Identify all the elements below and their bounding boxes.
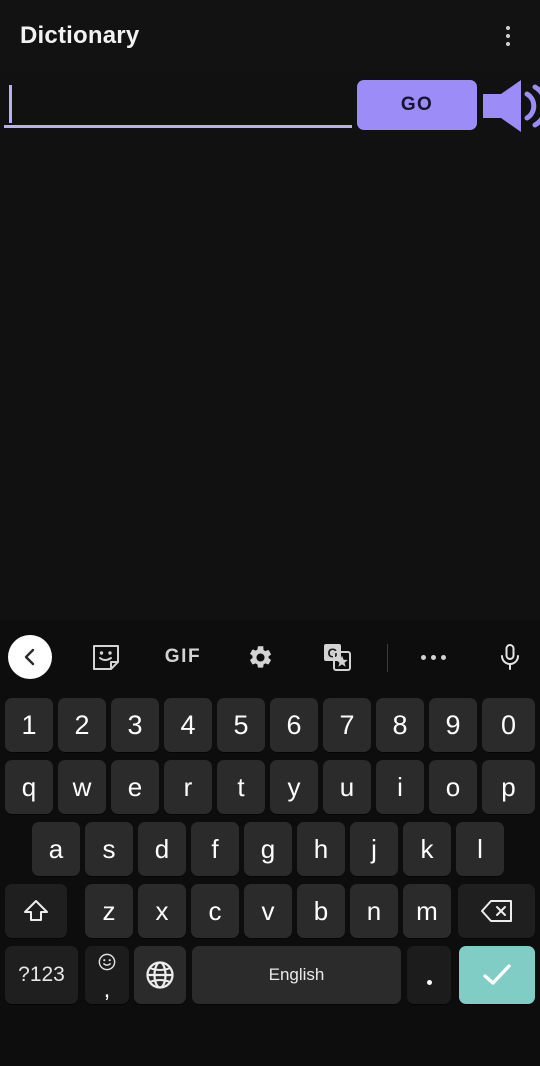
key-k[interactable]: k xyxy=(403,822,451,876)
key-s[interactable]: s xyxy=(85,822,133,876)
key-p[interactable]: p xyxy=(482,760,535,814)
key-u[interactable]: u xyxy=(323,760,371,814)
gif-button[interactable]: GIF xyxy=(158,632,208,682)
shift-arrow-icon xyxy=(23,898,49,924)
key-v[interactable]: v xyxy=(244,884,292,938)
key-g[interactable]: g xyxy=(244,822,292,876)
key-z[interactable]: z xyxy=(85,884,133,938)
key-d[interactable]: d xyxy=(138,822,186,876)
google-translate-icon: G xyxy=(323,643,351,671)
key-1[interactable]: 1 xyxy=(5,698,53,752)
key-a[interactable]: a xyxy=(32,822,80,876)
more-horizontal-icon xyxy=(420,654,446,660)
search-input[interactable] xyxy=(4,82,352,128)
microphone-icon xyxy=(497,643,523,671)
key-3[interactable]: 3 xyxy=(111,698,159,752)
more-options-button[interactable] xyxy=(408,632,458,682)
key-j[interactable]: j xyxy=(350,822,398,876)
symbols-key[interactable]: ?123 xyxy=(5,946,78,1004)
comma-label: , xyxy=(103,976,111,1003)
key-b[interactable]: b xyxy=(297,884,345,938)
backspace-key[interactable] xyxy=(458,884,535,938)
enter-key[interactable] xyxy=(459,946,535,1004)
key-8[interactable]: 8 xyxy=(376,698,424,752)
speaker-volume-icon[interactable] xyxy=(481,78,540,134)
key-o[interactable]: o xyxy=(429,760,477,814)
key-6[interactable]: 6 xyxy=(270,698,318,752)
results-area xyxy=(0,142,540,620)
key-i[interactable]: i xyxy=(376,760,424,814)
chevron-left-icon xyxy=(8,635,52,679)
sticker-icon xyxy=(92,643,120,671)
key-h[interactable]: h xyxy=(297,822,345,876)
settings-button[interactable] xyxy=(235,632,285,682)
key-n[interactable]: n xyxy=(350,884,398,938)
key-c[interactable]: c xyxy=(191,884,239,938)
key-0[interactable]: 0 xyxy=(482,698,535,752)
app-screen: Dictionary GO GIF G 1 2 3 4 5 6 7 8 9 0 … xyxy=(0,0,540,1066)
sticker-button[interactable] xyxy=(81,632,131,682)
on-screen-keyboard: GIF G 1 2 3 4 5 6 7 8 9 0 q w e r t y u … xyxy=(0,620,540,1066)
word-input-wrapper xyxy=(4,82,352,132)
period-key[interactable] xyxy=(407,946,451,1004)
key-4[interactable]: 4 xyxy=(164,698,212,752)
key-f[interactable]: f xyxy=(191,822,239,876)
key-y[interactable]: y xyxy=(270,760,318,814)
emoji-smiley-icon xyxy=(98,953,116,971)
key-q[interactable]: q xyxy=(5,760,53,814)
key-w[interactable]: w xyxy=(58,760,106,814)
text-caret xyxy=(9,85,12,123)
back-button[interactable] xyxy=(5,632,55,682)
language-switch-key[interactable] xyxy=(134,946,186,1004)
key-9[interactable]: 9 xyxy=(429,698,477,752)
gif-icon: GIF xyxy=(164,646,202,667)
app-bar: Dictionary xyxy=(0,0,540,72)
page-title: Dictionary xyxy=(20,22,140,49)
key-l[interactable]: l xyxy=(456,822,504,876)
gear-icon xyxy=(247,644,274,671)
checkmark-icon xyxy=(480,961,514,989)
voice-input-button[interactable] xyxy=(485,632,535,682)
keyboard-rows: 1 2 3 4 5 6 7 8 9 0 q w e r t y u i o p … xyxy=(0,688,540,1004)
keyboard-toolbar: GIF G xyxy=(0,628,540,686)
translate-button[interactable]: G xyxy=(312,632,362,682)
key-m[interactable]: m xyxy=(403,884,451,938)
globe-language-icon xyxy=(145,960,175,990)
key-x[interactable]: x xyxy=(138,884,186,938)
key-7[interactable]: 7 xyxy=(323,698,371,752)
more-vert-icon[interactable] xyxy=(494,22,522,52)
key-e[interactable]: e xyxy=(111,760,159,814)
space-key[interactable]: English xyxy=(192,946,401,1004)
comma-emoji-key[interactable]: , xyxy=(85,946,129,1004)
key-t[interactable]: t xyxy=(217,760,265,814)
key-r[interactable]: r xyxy=(164,760,212,814)
toolbar-divider xyxy=(387,644,388,672)
key-2[interactable]: 2 xyxy=(58,698,106,752)
period-dot-icon xyxy=(426,979,432,985)
shift-key[interactable] xyxy=(5,884,67,938)
key-5[interactable]: 5 xyxy=(217,698,265,752)
backspace-icon xyxy=(480,899,513,923)
go-button[interactable]: GO xyxy=(357,80,477,130)
